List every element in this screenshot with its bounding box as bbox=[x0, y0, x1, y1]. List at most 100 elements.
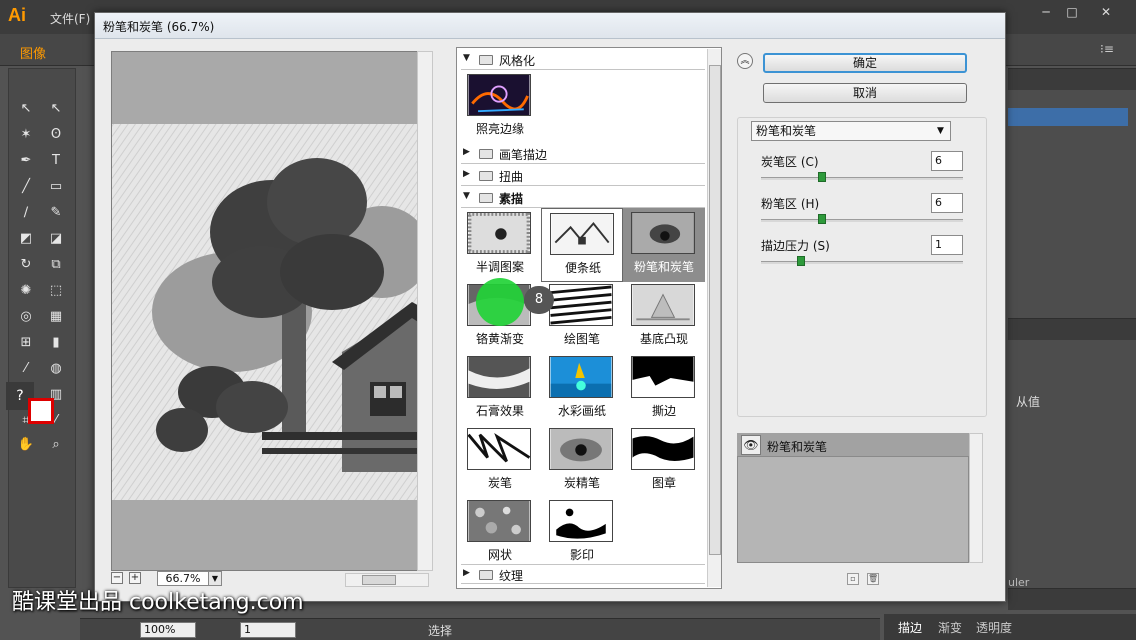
type-tool-icon[interactable]: T bbox=[45, 151, 67, 171]
magic-wand-tool-icon[interactable]: ✶ bbox=[15, 125, 37, 145]
filter-thumbnail[interactable]: 石膏效果 bbox=[461, 354, 539, 424]
perspective-grid-tool-icon[interactable]: ▦ bbox=[45, 307, 67, 327]
filter-select[interactable]: 粉笔和炭笔 bbox=[751, 121, 951, 141]
filter-label: 炭精笔 bbox=[563, 476, 600, 490]
filter-thumbnail[interactable]: 炭笔 bbox=[461, 426, 539, 496]
hand-tool-icon[interactable]: ✋ bbox=[15, 435, 37, 455]
paintbrush-tool-icon[interactable]: ∕ bbox=[15, 203, 37, 223]
control-bar-label: 图像 bbox=[20, 47, 47, 62]
filter-label: 粉笔和炭笔 bbox=[633, 260, 694, 274]
thumbnail-image bbox=[467, 500, 531, 542]
minimize-icon[interactable]: ─ bbox=[1032, 2, 1060, 22]
filter-thumbnail-selected[interactable]: 粉笔和炭笔 bbox=[623, 208, 705, 282]
line-tool-icon[interactable]: ╱ bbox=[15, 177, 37, 197]
zoom-tool-icon[interactable]: ⌕ bbox=[45, 435, 67, 455]
collapse-gallery-icon[interactable]: ︽ bbox=[737, 53, 753, 69]
charcoal-area-label: 炭笔区 (C) bbox=[761, 155, 819, 169]
thumbnail-image bbox=[631, 356, 695, 398]
filter-label: 便条纸 bbox=[564, 261, 601, 275]
maximize-icon[interactable]: □ bbox=[1058, 2, 1086, 22]
filter-thumbnail[interactable]: 网状 bbox=[461, 498, 539, 568]
pencil-tool-icon[interactable]: ✎ bbox=[45, 203, 67, 223]
warp-tool-icon[interactable]: ✺ bbox=[15, 281, 37, 301]
selection-tool-icon[interactable]: ↖ bbox=[15, 99, 37, 119]
filter-thumbnail[interactable]: 便条纸 bbox=[541, 208, 623, 282]
zoom-in-button[interactable]: + bbox=[129, 572, 141, 584]
charcoal-area-slider[interactable] bbox=[761, 177, 963, 180]
menu-file[interactable]: 文件(F) bbox=[50, 10, 90, 27]
filter-thumbnail[interactable]: 炭精笔 bbox=[543, 426, 621, 496]
direct-selection-tool-icon[interactable]: ↖ bbox=[45, 99, 67, 119]
dialog-titlebar: 粉笔和炭笔 (66.7%) bbox=[95, 13, 1005, 39]
category-sketch[interactable]: ▼ 素描 bbox=[461, 188, 705, 208]
effect-layers-scrollbar[interactable] bbox=[969, 433, 983, 563]
folder-icon bbox=[479, 55, 493, 65]
mesh-tool-icon[interactable]: ⊞ bbox=[15, 333, 37, 353]
filter-label: 水彩画纸 bbox=[557, 404, 606, 418]
page-field[interactable]: 1 bbox=[240, 622, 296, 638]
pen-tool-icon[interactable]: ✒ bbox=[15, 151, 37, 171]
status-select-label[interactable]: 选择 bbox=[428, 622, 452, 639]
shape-builder-tool-icon[interactable]: ◎ bbox=[15, 307, 37, 327]
filter-thumbnail[interactable]: 基底凸现 bbox=[625, 282, 703, 352]
tab-transparency[interactable]: 透明度 bbox=[976, 619, 1012, 636]
rectangle-tool-icon[interactable]: ▭ bbox=[45, 177, 67, 197]
zoom-out-button[interactable]: − bbox=[111, 572, 123, 584]
delete-effect-layer-icon[interactable]: 🗑 bbox=[867, 573, 879, 585]
gradient-tool-icon[interactable]: ▮ bbox=[45, 333, 67, 353]
chalk-area-input[interactable]: 6 bbox=[931, 193, 963, 213]
zoom-field[interactable]: 100% bbox=[140, 622, 196, 638]
category-brush-strokes[interactable]: ▶ 画笔描边 bbox=[461, 144, 705, 164]
blend-tool-icon[interactable]: ◍ bbox=[45, 359, 67, 379]
panel-selected-row[interactable] bbox=[1008, 108, 1128, 126]
filter-thumbnail[interactable]: 撕边 bbox=[625, 354, 703, 424]
stroke-swatch[interactable] bbox=[28, 398, 54, 424]
filter-label: 图章 bbox=[651, 476, 676, 490]
eyedropper-tool-icon[interactable]: ⁄ bbox=[15, 359, 37, 379]
chalk-area-slider[interactable] bbox=[761, 219, 963, 222]
chevron-down-icon[interactable]: ▼ bbox=[937, 121, 944, 141]
preview-canvas[interactable] bbox=[111, 51, 433, 571]
tab-stroke[interactable]: 描边 bbox=[898, 619, 922, 636]
cancel-button[interactable]: 取消 bbox=[763, 83, 967, 103]
free-transform-tool-icon[interactable]: ⬚ bbox=[45, 281, 67, 301]
panel-menu-icon[interactable]: ⁝≡ bbox=[1100, 42, 1114, 56]
filter-thumbnail[interactable]: 影印 bbox=[543, 498, 621, 568]
filter-thumbnail[interactable]: 照亮边缘 bbox=[461, 72, 539, 142]
filter-thumbnail[interactable]: 图章 bbox=[625, 426, 703, 496]
tab-gradient[interactable]: 渐变 bbox=[938, 619, 962, 636]
new-effect-layer-icon[interactable]: ▫ bbox=[847, 573, 859, 585]
stroke-pressure-slider[interactable] bbox=[761, 261, 963, 264]
category-label: 画笔描边 bbox=[499, 148, 548, 162]
filter-thumbnail[interactable]: 绘图笔 bbox=[543, 282, 621, 352]
preview-horizontal-scrollbar[interactable] bbox=[345, 573, 429, 587]
rotate-tool-icon[interactable]: ↻ bbox=[15, 255, 37, 275]
dialog-title: 粉笔和炭笔 (66.7%) bbox=[103, 20, 215, 34]
gallery-vertical-scrollbar[interactable] bbox=[707, 49, 721, 587]
eye-icon[interactable]: 👁 bbox=[741, 435, 761, 455]
scroll-thumb[interactable] bbox=[362, 575, 396, 585]
filter-label: 石膏效果 bbox=[475, 404, 524, 418]
stroke-pressure-slider-thumb[interactable] bbox=[797, 256, 805, 266]
close-icon[interactable]: ✕ bbox=[1092, 2, 1120, 22]
chalk-area-label: 粉笔区 (H) bbox=[761, 197, 820, 211]
lasso-tool-icon[interactable]: ʘ bbox=[45, 125, 67, 145]
thumbnail-image bbox=[549, 428, 613, 470]
panel-text: 从值 bbox=[1016, 395, 1041, 409]
filter-thumbnail[interactable]: 水彩画纸 bbox=[543, 354, 621, 424]
eraser-tool-icon[interactable]: ◪ bbox=[45, 229, 67, 249]
category-stylize[interactable]: ▼ 风格化 bbox=[461, 50, 705, 70]
filter-thumbnail[interactable]: 半调图案 bbox=[461, 210, 539, 280]
scale-tool-icon[interactable]: ⧉ bbox=[45, 255, 67, 275]
blob-brush-tool-icon[interactable]: ◩ bbox=[15, 229, 37, 249]
scroll-thumb[interactable] bbox=[709, 65, 721, 555]
charcoal-area-slider-thumb[interactable] bbox=[818, 172, 826, 182]
panel-text-ruler: uler bbox=[1008, 576, 1030, 589]
category-texture[interactable]: ▶ 纹理 bbox=[461, 564, 705, 584]
chalk-area-slider-thumb[interactable] bbox=[818, 214, 826, 224]
ok-button[interactable]: 确定 bbox=[763, 53, 967, 73]
charcoal-area-input[interactable]: 6 bbox=[931, 151, 963, 171]
preview-vertical-scrollbar[interactable] bbox=[417, 51, 433, 571]
category-distort[interactable]: ▶ 扭曲 bbox=[461, 166, 705, 186]
stroke-pressure-input[interactable]: 1 bbox=[931, 235, 963, 255]
